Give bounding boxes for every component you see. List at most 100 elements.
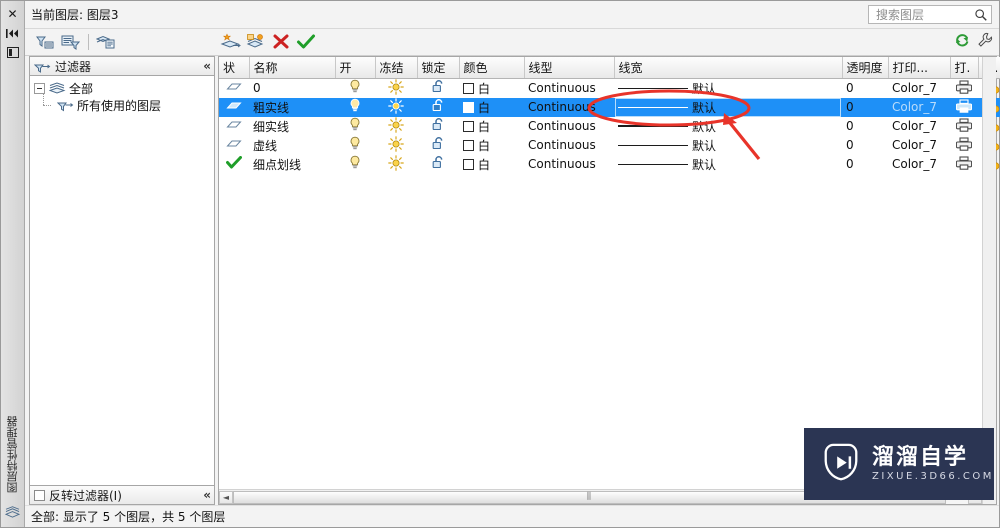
cell-plot[interactable] [950, 117, 978, 136]
new-group-filter-button[interactable] [58, 31, 82, 53]
cell-freeze[interactable] [375, 78, 417, 98]
cell-plot[interactable] [950, 136, 978, 155]
cell-plotstyle[interactable]: Color_7 [888, 136, 950, 155]
layer-name[interactable]: 细实线 [253, 120, 289, 134]
cell-lineweight[interactable]: 默认 [614, 117, 842, 136]
cell-color[interactable]: 白 [459, 78, 524, 98]
color-label[interactable]: 白 [478, 158, 490, 172]
table-row[interactable]: 粗实线 白 Continuous 默认 0 Color_7 [219, 97, 1000, 117]
cell-on[interactable] [335, 97, 375, 117]
set-current-button[interactable] [294, 31, 318, 53]
lineweight-cell[interactable]: 默认 [618, 80, 838, 97]
color-label[interactable]: 白 [478, 139, 490, 153]
layer-name[interactable]: 虚线 [253, 139, 277, 153]
refresh-icon[interactable] [954, 32, 970, 48]
column-header-freeze[interactable]: 冻结 [375, 57, 418, 79]
table-row[interactable]: 细实线 白 Continuous 默认 0 Color_7 [219, 116, 1000, 136]
plot-toggle[interactable] [954, 98, 974, 116]
cell-color[interactable]: 白 [459, 97, 524, 117]
cell-linetype[interactable]: Continuous [524, 78, 614, 98]
status-cell[interactable] [223, 138, 245, 153]
cell-lineweight[interactable]: 默认 [614, 97, 842, 117]
cell-lock[interactable] [417, 155, 459, 174]
freeze-toggle[interactable] [379, 154, 413, 174]
on-toggle[interactable] [339, 79, 371, 97]
cell-lock[interactable] [417, 136, 459, 155]
cell-freeze[interactable] [375, 154, 417, 174]
cell-color[interactable]: 白 [459, 155, 524, 174]
table-row[interactable]: 细点划线 白 Continuous 默认 0 Color_7 [219, 154, 1000, 174]
cell-on[interactable] [335, 78, 375, 98]
new-layer-vp-frozen-button[interactable] [244, 31, 268, 53]
search-icon[interactable] [974, 8, 988, 22]
cell-plot[interactable] [950, 155, 978, 174]
wrench-icon[interactable] [977, 32, 993, 48]
invert-filter-checkbox[interactable] [34, 489, 45, 501]
cell-plotstyle[interactable]: Color_7 [888, 78, 950, 98]
cell-transparency[interactable]: 0 [842, 155, 888, 174]
search-input[interactable] [874, 6, 974, 23]
column-header-linetype[interactable]: 线型 [524, 57, 615, 79]
status-cell[interactable] [223, 100, 245, 115]
on-toggle[interactable] [339, 98, 371, 116]
cell-plotstyle[interactable]: Color_7 [888, 97, 950, 117]
lineweight-cell[interactable]: 默认 [618, 156, 838, 173]
column-header-on[interactable]: 开 [335, 57, 376, 79]
cell-on[interactable] [335, 117, 375, 136]
cell-linetype[interactable]: Continuous [524, 97, 614, 117]
transparency-value[interactable]: 0 [846, 138, 854, 152]
transparency-value[interactable]: 0 [846, 157, 854, 171]
cell-status[interactable] [219, 97, 249, 117]
color-label[interactable]: 白 [478, 120, 490, 134]
plotstyle-label[interactable]: Color_7 [892, 100, 937, 114]
cell-color[interactable]: 白 [459, 136, 524, 155]
cell-plot[interactable] [950, 78, 978, 98]
plotstyle-label[interactable]: Color_7 [892, 119, 937, 133]
lock-toggle[interactable] [421, 98, 455, 116]
cell-linetype[interactable]: Continuous [524, 117, 614, 136]
column-header-name[interactable]: 名称 [249, 57, 336, 79]
cell-status[interactable] [219, 155, 249, 174]
plot-toggle[interactable] [954, 79, 974, 97]
linetype-label[interactable]: Continuous [528, 100, 596, 114]
on-toggle[interactable] [339, 155, 371, 173]
column-header-color[interactable]: 颜色 [459, 57, 525, 79]
on-toggle[interactable] [339, 136, 371, 154]
status-cell[interactable] [223, 81, 245, 96]
filter-tree-item-all[interactable]: 全部 [34, 80, 214, 97]
plotstyle-label[interactable]: Color_7 [892, 81, 937, 95]
delete-layer-button[interactable] [269, 31, 293, 53]
cell-status[interactable] [219, 136, 249, 155]
column-header-lineweight[interactable]: 线宽 [614, 57, 843, 79]
cell-name[interactable]: 细点划线 [249, 155, 335, 174]
color-label[interactable]: 白 [478, 101, 490, 115]
close-icon[interactable]: ✕ [4, 6, 22, 22]
freeze-toggle[interactable] [379, 78, 413, 98]
cell-lineweight[interactable]: 默认 [614, 78, 842, 98]
status-cell[interactable] [223, 119, 245, 134]
cell-lock[interactable] [417, 97, 459, 117]
lock-toggle[interactable] [421, 155, 455, 173]
cell-status[interactable] [219, 78, 249, 98]
column-header-plot[interactable]: 打. [950, 57, 979, 79]
lock-toggle[interactable] [421, 136, 455, 154]
cell-transparency[interactable]: 0 [842, 97, 888, 117]
search-layer-box[interactable] [868, 5, 992, 24]
cell-lock[interactable] [417, 117, 459, 136]
auto-hide-icon[interactable] [4, 25, 22, 41]
linetype-label[interactable]: Continuous [528, 119, 596, 133]
collapse-filter-footer-icon[interactable]: « [203, 488, 211, 502]
color-swatch[interactable] [463, 139, 474, 151]
freeze-toggle[interactable] [379, 116, 413, 136]
cell-name[interactable]: 虚线 [249, 136, 335, 155]
linetype-label[interactable]: Continuous [528, 138, 596, 152]
plot-toggle[interactable] [954, 117, 974, 135]
lineweight-cell[interactable]: 默认 [618, 137, 838, 154]
cell-on[interactable] [335, 136, 375, 155]
transparency-value[interactable]: 0 [846, 119, 854, 133]
color-swatch[interactable] [463, 120, 474, 132]
cell-transparency[interactable]: 0 [842, 117, 888, 136]
layer-name[interactable]: 0 [253, 81, 261, 95]
table-row[interactable]: 虚线 白 Continuous 默认 0 Color_7 [219, 135, 1000, 155]
cell-on[interactable] [335, 155, 375, 174]
